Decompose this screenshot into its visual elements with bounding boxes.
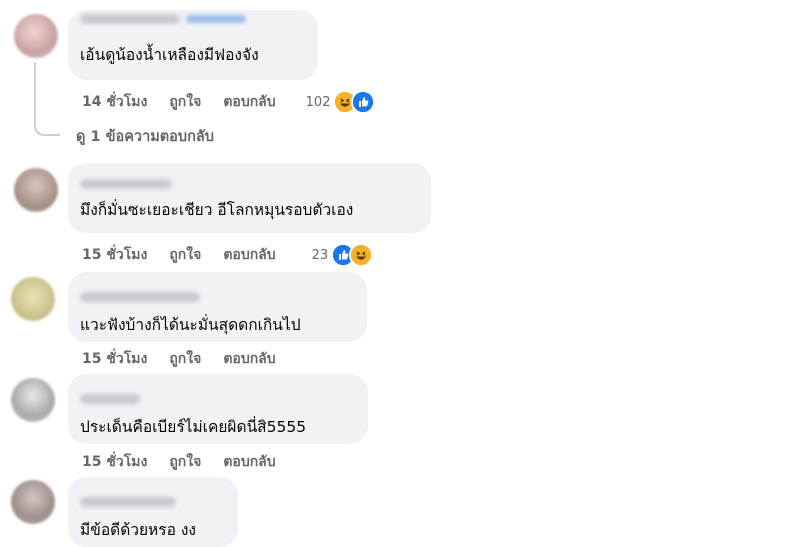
like-icon [351,90,376,114]
author-name[interactable] [80,292,355,306]
reaction-count[interactable]: 23 [312,248,329,263]
author-name[interactable] [80,12,306,26]
reaction-count[interactable]: 102 [306,95,331,110]
comment-time[interactable]: 15 ชั่วโมง [82,451,147,473]
comment-bubble: มีข้อดีด้วยหรอ งง [68,477,238,547]
reply-button[interactable]: ตอบกลับ [223,91,275,113]
comment-text: มีข้อดีด้วยหรอ งง [80,521,196,539]
comment-actions: 15 ชั่วโมง ถูกใจ ตอบกลับ [82,348,298,370]
comment-time[interactable]: 14 ชั่วโมง [82,91,147,113]
comment-actions: 15 ชั่วโมง ถูกใจ ตอบกลับ [82,451,298,473]
comment-bubble: ประเด็นคือเบียร์ไม่เคยผิดนี่สิ5555 [68,374,368,444]
reply-button[interactable]: ตอบกลับ [223,348,275,370]
reply-button[interactable]: ตอบกลับ [223,451,275,473]
like-button[interactable]: ถูกใจ [169,91,201,113]
avatar[interactable] [11,277,55,321]
comment-bubble: มึงก็มั่นซะเยอะเชียว อีโลกหมุนรอบตัวเอง [68,163,431,233]
comment-bubble: แวะฟังบ้างก็ได้นะมั่นสุดดกเกินไป [68,272,367,342]
like-button[interactable]: ถูกใจ [169,244,201,266]
view-replies-link[interactable]: ดู 1 ข้อความตอบกลับ [76,125,214,148]
reply-button[interactable]: ตอบกลับ [223,244,275,266]
author-name[interactable] [80,497,226,511]
comment-bubble: เอ้นดูน้องน้ำเหลืองมีฟองจัง [68,10,318,80]
comment-text: แวะฟังบ้างก็ได้นะมั่นสุดดกเกินไป [80,316,301,334]
comment-text: มึงก็มั่นซะเยอะเชียว อีโลกหมุนรอบตัวเอง [80,201,354,219]
avatar[interactable] [11,378,55,422]
avatar[interactable] [14,168,58,212]
author-name[interactable] [80,179,419,193]
like-button[interactable]: ถูกใจ [169,348,201,370]
reply-thread-line [34,62,60,136]
reactions[interactable] [333,90,376,114]
avatar[interactable] [11,480,55,524]
comment-time[interactable]: 15 ชั่วโมง [82,244,147,266]
comment-text: ประเด็นคือเบียร์ไม่เคยผิดนี่สิ5555 [80,418,307,436]
comment-time[interactable]: 15 ชั่วโมง [82,348,147,370]
comment-text: เอ้นดูน้องน้ำเหลืองมีฟองจัง [80,46,259,64]
reactions[interactable] [331,243,374,267]
author-name[interactable] [80,394,356,408]
haha-icon [349,243,374,267]
like-button[interactable]: ถูกใจ [169,451,201,473]
comment-actions: 14 ชั่วโมง ถูกใจ ตอบกลับ 102 [82,90,376,114]
comment-actions: 15 ชั่วโมง ถูกใจ ตอบกลับ 23 [82,243,374,267]
avatar[interactable] [14,14,58,58]
